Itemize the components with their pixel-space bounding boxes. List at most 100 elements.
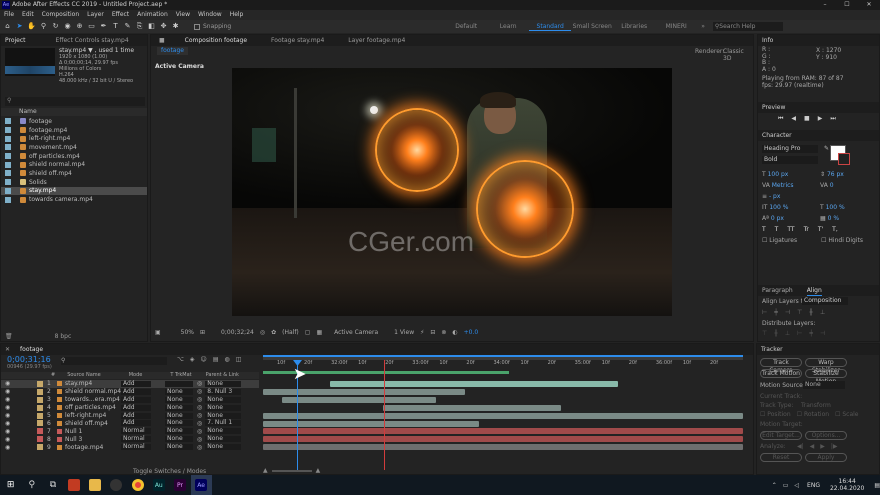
workspace-standard[interactable]: Standard <box>529 23 572 31</box>
col-number[interactable]: # <box>51 372 55 379</box>
visibility-eye-icon[interactable]: ◉ <box>1 428 19 435</box>
label-color-icon[interactable] <box>5 187 11 194</box>
vscale-field[interactable]: IT 100 % <box>762 202 820 213</box>
motion-source-dropdown[interactable]: None <box>803 381 845 389</box>
character-tab[interactable]: Character <box>758 130 879 141</box>
project-item[interactable]: footage.mp4 <box>1 126 147 135</box>
flowchart-icon[interactable]: ⊗ <box>441 329 446 336</box>
track-matte-dropdown[interactable]: None <box>165 420 193 427</box>
layer-duration-bar[interactable] <box>330 381 619 387</box>
menu-item-animation[interactable]: Animation <box>137 10 168 20</box>
task-view-icon[interactable]: ⧉ <box>42 475 63 495</box>
tray-arrow-icon[interactable]: ⌃ <box>772 482 777 489</box>
col-trkmat[interactable]: T TrkMat <box>170 372 191 379</box>
track-matte-dropdown[interactable]: None <box>165 436 193 443</box>
roto-tool-icon[interactable]: ✥ <box>159 22 168 31</box>
layer-duration-bar[interactable] <box>263 388 465 395</box>
exposure-icon[interactable]: ◐ <box>452 329 457 336</box>
layer-duration-bar[interactable] <box>263 436 743 443</box>
label-color-icon[interactable] <box>5 144 11 151</box>
dist-hcenter-icon[interactable]: ╪ <box>809 330 813 337</box>
edit-target-button[interactable]: Edit Target... <box>760 431 802 440</box>
project-search-input[interactable]: ⚲ <box>5 97 145 106</box>
workspace-libraries[interactable]: Libraries <box>613 23 655 31</box>
tab-footage[interactable]: Footage stay.mp4 <box>271 37 324 44</box>
selection-tool-icon[interactable]: ➤ <box>15 22 24 31</box>
puppet-tool-icon[interactable]: ✱ <box>171 22 180 31</box>
style-dropdown[interactable]: Bold <box>762 156 818 164</box>
tracker-tab[interactable]: Tracker <box>757 344 879 355</box>
notifications-icon[interactable]: ▤ <box>874 482 880 489</box>
transparency-icon[interactable]: ▦ <box>316 329 322 336</box>
motion-blur-icon[interactable]: ◍ <box>224 356 229 363</box>
zoom-tool-icon[interactable]: ⚲ <box>39 22 48 31</box>
layer-label-color[interactable] <box>37 420 43 427</box>
pick-whip-icon[interactable]: ◎ <box>197 428 202 435</box>
color-icon[interactable]: ✿ <box>271 329 276 336</box>
dist-left-icon[interactable]: ⊢ <box>797 330 802 337</box>
project-item[interactable]: stay.mp4 <box>1 186 147 196</box>
menu-item-edit[interactable]: Edit <box>22 10 34 20</box>
visibility-eye-icon[interactable]: ◉ <box>1 444 19 451</box>
visibility-eye-icon[interactable]: ◉ <box>1 388 19 395</box>
track-matte-dropdown[interactable]: None <box>165 444 193 451</box>
taskbar-media-icon[interactable] <box>106 475 127 495</box>
prev-frame-icon[interactable]: ◀ <box>791 115 796 123</box>
label-color-icon[interactable] <box>5 196 11 203</box>
menu-item-file[interactable]: File <box>4 10 14 20</box>
blend-mode-dropdown[interactable]: Normal <box>121 428 151 435</box>
analyze-forward-icon[interactable]: ▶ <box>820 443 825 450</box>
project-item[interactable]: shield normal.mp4 <box>1 160 147 169</box>
timeline-layer-row[interactable]: ◉ 1 stay.mp4 Add ◎ None <box>1 380 259 388</box>
draft3d-icon[interactable]: ◈ <box>190 356 195 363</box>
parent-dropdown[interactable]: None <box>205 404 242 411</box>
comp-breadcrumb[interactable]: footage <box>157 47 188 55</box>
align-to-dropdown[interactable]: Composition <box>802 297 848 305</box>
stabilize-motion-button[interactable]: Stabilize Motion <box>805 369 847 385</box>
align-right-icon[interactable]: ⊣ <box>785 309 790 316</box>
baseline-field[interactable]: Aª 0 px <box>762 213 820 224</box>
vscale-value[interactable]: 100 % <box>769 204 788 211</box>
hand-tool-icon[interactable]: ✋ <box>27 22 36 31</box>
label-color-icon[interactable] <box>5 135 11 142</box>
taskbar-folder-icon[interactable] <box>85 475 106 495</box>
analyze-back-1-icon[interactable]: ◀| <box>797 443 804 450</box>
blend-mode-dropdown[interactable]: Add <box>121 404 151 411</box>
layer-name[interactable]: Null 3 <box>65 436 121 443</box>
blend-mode-dropdown[interactable]: Add <box>121 388 151 395</box>
text-style-button[interactable]: T <box>775 224 779 235</box>
text-style-button[interactable]: T <box>762 224 766 235</box>
label-color-icon[interactable] <box>5 118 11 125</box>
workspace-default[interactable]: Default <box>445 23 487 31</box>
text-style-button[interactable]: Tr <box>804 224 809 235</box>
scale-checkbox[interactable]: ☐ Scale <box>835 411 858 418</box>
grid-icon[interactable]: ⊞ <box>200 329 205 336</box>
tsume-field[interactable]: ▦ 0 % <box>820 213 839 224</box>
label-color-icon[interactable] <box>5 153 11 160</box>
blend-mode-dropdown[interactable]: Normal <box>121 436 151 443</box>
workspace-small-screen[interactable]: Small Screen <box>571 23 613 31</box>
name-column-header[interactable]: Name <box>1 108 147 116</box>
tab-composition[interactable]: Composition footage <box>185 37 247 44</box>
track-matte-dropdown[interactable]: None <box>165 428 193 435</box>
toggle-switches-modes[interactable]: Toggle Switches / Modes <box>133 468 206 475</box>
info-tab[interactable]: Info <box>758 35 879 46</box>
analyze-back-icon[interactable]: ◀ <box>810 443 815 450</box>
layer-label-color[interactable] <box>37 412 43 419</box>
composition-viewer[interactable]: CGer.com <box>232 68 672 316</box>
warp-stabilizer-button[interactable]: Warp Stabilizer <box>805 358 847 374</box>
dist-vcenter-icon[interactable]: ╫ <box>774 330 778 337</box>
layer-duration-bar[interactable] <box>263 428 743 435</box>
rotation-checkbox[interactable]: ☐ Rotation <box>797 411 829 418</box>
layer-name[interactable]: off particles.mp4 <box>65 404 121 411</box>
menu-item-view[interactable]: View <box>176 10 190 20</box>
col-source[interactable]: Source Name <box>67 372 101 379</box>
visibility-eye-icon[interactable]: ◉ <box>1 436 19 443</box>
col-parent[interactable]: Parent & Link <box>206 372 239 379</box>
menu-item-effect[interactable]: Effect <box>112 10 129 20</box>
layer-name[interactable]: footage.mp4 <box>65 444 121 451</box>
layer-name[interactable]: left-right.mp4 <box>65 412 121 419</box>
bpc-label[interactable]: 8 bpc <box>55 333 72 341</box>
blend-mode-dropdown[interactable]: Add <box>121 380 151 387</box>
project-item[interactable]: off particles.mp4 <box>1 152 147 161</box>
